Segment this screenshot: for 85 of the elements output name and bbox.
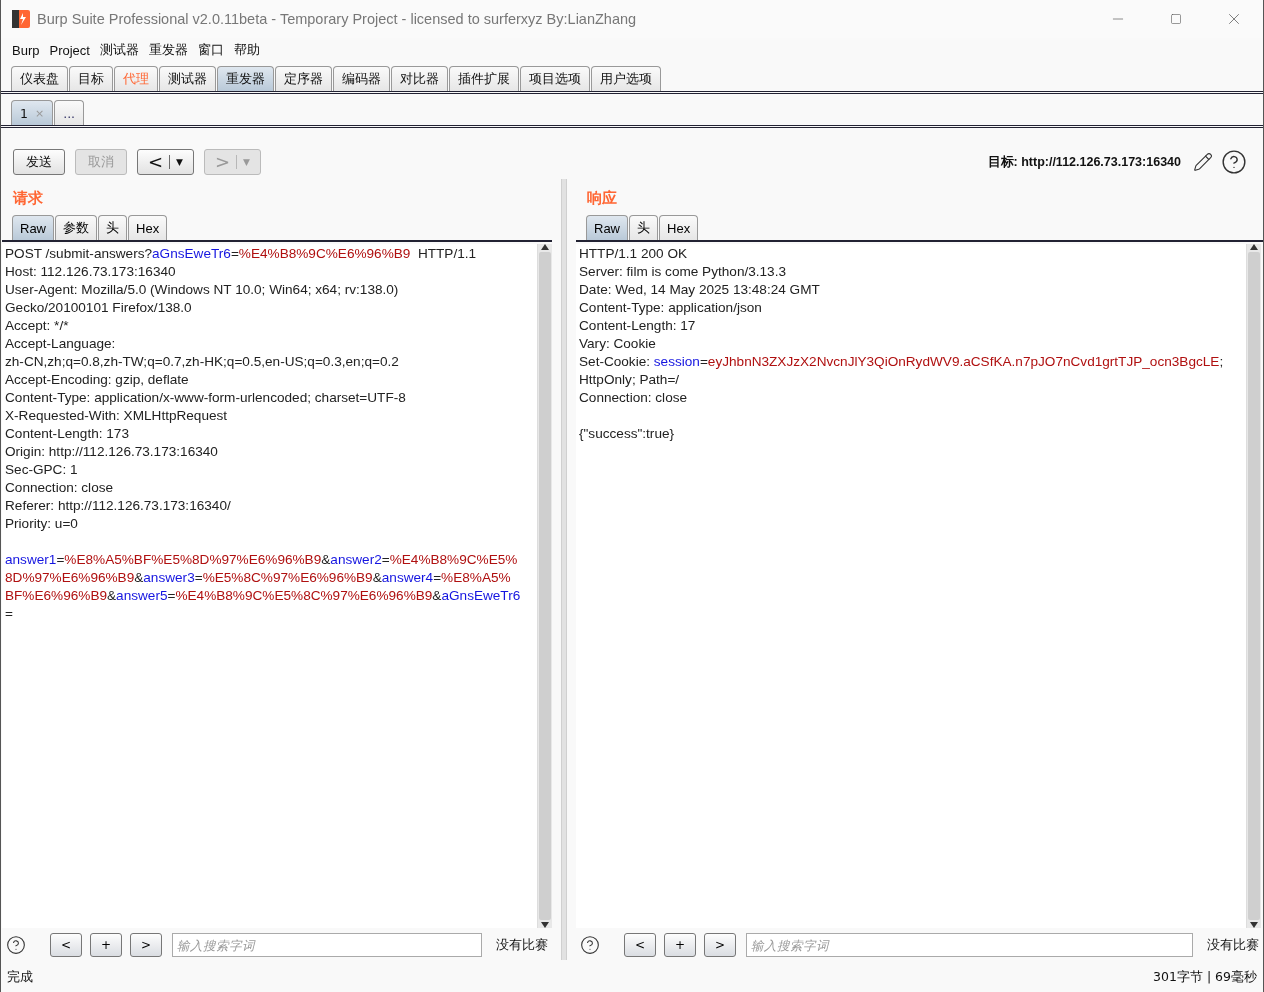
request-tab[interactable]: 1 × xyxy=(11,100,54,125)
code-line: Referer: http://112.126.73.173:16340/ xyxy=(5,497,232,515)
code-line: Server: film is come Python/3.13.3 xyxy=(579,263,787,281)
main-tab[interactable]: 重发器 xyxy=(217,66,274,91)
main-tab[interactable]: 仪表盘 xyxy=(11,66,68,91)
help-icon[interactable] xyxy=(6,935,26,955)
search-nav-button[interactable]: > xyxy=(704,933,736,957)
code-line: Accept-Language: xyxy=(5,335,117,353)
main-tab[interactable]: 对比器 xyxy=(391,66,448,91)
app-logo-icon xyxy=(11,9,31,29)
code-line: POST /submit-answers?aGnsEweTr6=%E4%B8%9C%E6%96%B9 HTTP/1.1 xyxy=(5,245,478,263)
response-stats: 301字节 | 69毫秒 xyxy=(1153,968,1257,986)
search-field[interactable]: 输入搜索字词 xyxy=(746,933,1193,957)
code-line: Content-Type: application/x-www-form-urlencoded; charset=UTF-8 xyxy=(5,389,407,407)
menu-item[interactable]: Project xyxy=(44,42,95,58)
code-line: 8D%97%E6%96%B9&answer3=%E5%8C%97%E6%96%B9&answer4=%E8%A5% xyxy=(5,569,512,587)
code-line: Content-Length: 173 xyxy=(5,425,130,443)
editor-tab[interactable]: Hex xyxy=(128,215,168,240)
main-tab[interactable]: 定序器 xyxy=(275,66,332,91)
search-nav-button[interactable]: > xyxy=(130,933,162,957)
code-line: zh-CN,zh;q=0.8,zh-TW;q=0.7,zh-HK;q=0.5,en-US;q=0.3,en;q=0.2 xyxy=(5,353,400,371)
code-line: Origin: http://112.126.73.173:16340 xyxy=(5,443,219,461)
history-nav-button[interactable]: < ▼ xyxy=(137,149,194,175)
scroll-up-arrow-icon[interactable] xyxy=(1250,244,1258,250)
main-tab[interactable]: 目标 xyxy=(69,66,113,91)
main-tab[interactable]: 项目选项 xyxy=(520,66,590,91)
scrollbar[interactable] xyxy=(537,244,552,928)
menu-item[interactable]: 测试器 xyxy=(94,41,144,59)
editor-tab[interactable]: Raw xyxy=(12,215,54,240)
search-nav-button[interactable]: < xyxy=(50,933,82,957)
search-field[interactable]: 输入搜索字词 xyxy=(172,933,482,957)
code-line: Host: 112.126.73.173:16340 xyxy=(5,263,177,281)
code-line: X-Requested-With: XMLHttpRequest xyxy=(5,407,229,425)
code-line: Sec-GPC: 1 xyxy=(5,461,79,479)
search-nav-button[interactable]: + xyxy=(90,933,122,957)
code-line: HttpOnly; Path=/ xyxy=(579,371,681,389)
menu-item[interactable]: Burp xyxy=(7,42,45,58)
code-line: Gecko/20100101 Firefox/138.0 xyxy=(5,299,193,317)
code-line: answer1=%E8%A5%BF%E5%8D%97%E6%96%B9&answer2=%E4%B8%9C%E5% xyxy=(5,551,519,569)
main-tab[interactable]: 用户选项 xyxy=(591,66,661,91)
code-line: HTTP/1.1 200 OK xyxy=(579,245,689,263)
menu-item[interactable]: 帮助 xyxy=(228,41,265,59)
code-line: Set-Cookie: session=eyJhbnN3ZXJzX2NvcnJlY3QiOnRydWV9.aCSfKA.n7pJO7nCvd1grtTJP_ocn3BgcLE; xyxy=(579,353,1225,371)
request-tab[interactable]: ... xyxy=(54,100,85,125)
pane-title: 请求 xyxy=(11,188,44,209)
target-label: 目标: http://112.126.73.173:16340 xyxy=(987,153,1181,171)
toolbar-button[interactable]: 发送 xyxy=(13,149,65,175)
menu-item[interactable]: 重发器 xyxy=(143,41,193,59)
code-line: Accept: */* xyxy=(5,317,70,335)
code-line: = xyxy=(5,605,14,623)
code-line: Accept-Encoding: gzip, deflate xyxy=(5,371,190,389)
main-tab[interactable]: 插件扩展 xyxy=(449,66,519,91)
code-line: Connection: close xyxy=(5,479,115,497)
status-text: 完成 xyxy=(7,968,33,986)
editor-tab[interactable]: 参数 xyxy=(55,215,97,240)
search-nav-button[interactable]: + xyxy=(664,933,696,957)
search-nav-button[interactable]: < xyxy=(624,933,656,957)
editor-tab[interactable]: 头 xyxy=(98,215,127,240)
code-line: {"success":true} xyxy=(579,425,676,443)
help-icon[interactable] xyxy=(580,935,600,955)
scroll-up-arrow-icon[interactable] xyxy=(541,244,549,250)
maximize-icon[interactable] xyxy=(1170,13,1182,25)
editor-tab[interactable]: Hex xyxy=(659,215,699,240)
menu-item[interactable]: 窗口 xyxy=(192,41,229,59)
code-line: BF%E6%96%B9&answer5=%E4%B8%9C%E5%8C%97%E6%96%B9&aGnsEweTr6 xyxy=(5,587,522,605)
code-line: Date: Wed, 14 May 2025 13:48:24 GMT xyxy=(579,281,821,299)
editor-tab[interactable]: Raw xyxy=(586,215,628,240)
code-line: User-Agent: Mozilla/5.0 (Windows NT 10.0; Win64; x64; rv:138.0) xyxy=(5,281,400,299)
help-icon[interactable] xyxy=(1221,149,1247,175)
code-line: Vary: Cookie xyxy=(579,335,657,353)
code-line: Connection: close xyxy=(579,389,689,407)
match-count: 没有比赛 xyxy=(496,936,548,954)
code-line: Content-Type: application/json xyxy=(579,299,763,317)
main-tab[interactable]: 编码器 xyxy=(333,66,390,91)
scroll-down-arrow-icon[interactable] xyxy=(541,922,549,928)
scroll-down-arrow-icon[interactable] xyxy=(1250,922,1258,928)
scrollbar[interactable] xyxy=(1246,244,1261,928)
main-tab[interactable]: 测试器 xyxy=(159,66,216,91)
editor-tab[interactable]: 头 xyxy=(629,215,658,240)
code-line: Priority: u=0 xyxy=(5,515,79,533)
match-count: 没有比赛 xyxy=(1207,936,1259,954)
window-title: Burp Suite Professional v2.0.11beta - Temporary Project - licensed to surferxyz By:LianZhang xyxy=(37,11,638,27)
pane-title: 响应 xyxy=(586,188,618,209)
pencil-icon[interactable] xyxy=(1193,152,1213,172)
code-line: Content-Length: 17 xyxy=(579,317,697,335)
